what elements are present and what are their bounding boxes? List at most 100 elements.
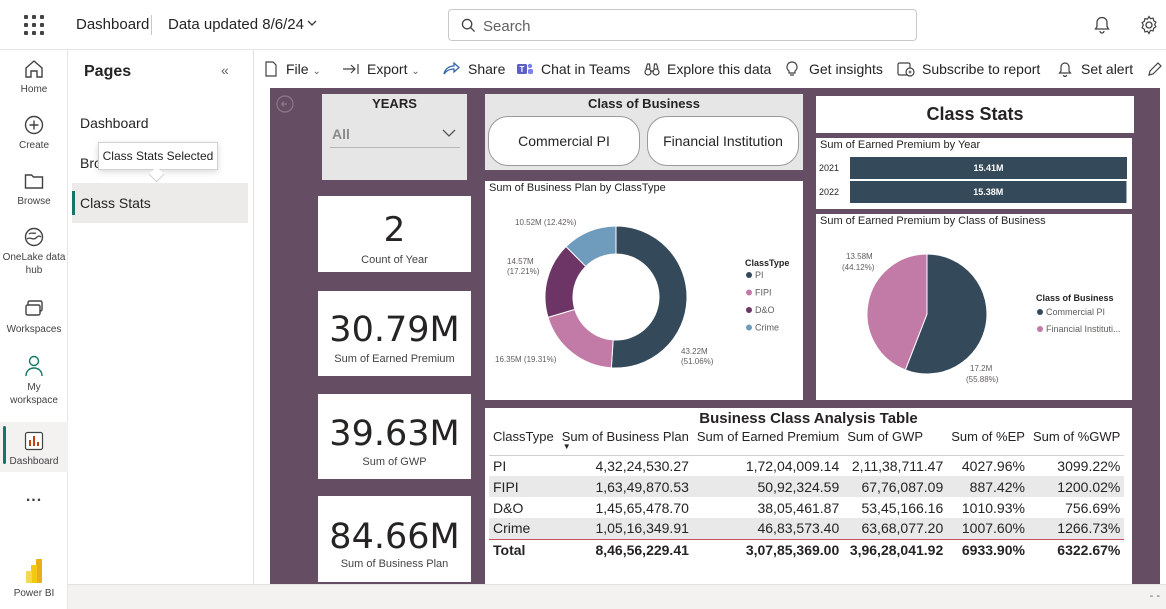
nav-create[interactable]: Create — [0, 114, 68, 152]
table-column-header[interactable]: Sum of %EP — [947, 429, 1029, 456]
table-row[interactable]: D&O 1,45,65,478.70 38,05,461.87 53,45,166.1… — [489, 497, 1124, 518]
export-menu-button[interactable]: Export ⌄ — [342, 61, 420, 77]
status-indicator: - - — [1149, 590, 1160, 602]
table-header-row: ClassType Sum of Business Plan ▼ Sum of Ear… — [489, 429, 1125, 456]
report-action-bar: File ⌄ Export ⌄ Share T Chat in Teams Ex… — [254, 50, 1166, 88]
donut-slice-fipi[interactable] — [547, 308, 614, 369]
years-dropdown[interactable]: All — [330, 122, 460, 148]
alert-bell-icon — [1058, 62, 1072, 77]
nav-my-workspace[interactable]: My workspace — [0, 354, 68, 407]
nav-home[interactable]: Home — [0, 58, 68, 96]
chat-label: Chat in Teams — [541, 61, 631, 77]
nav-more-icon[interactable]: ... — [0, 489, 68, 505]
search-box[interactable] — [448, 9, 917, 41]
pie-chart-tile: Sum of Earned Premium by Class of Busine… — [816, 214, 1132, 400]
app-launcher-icon[interactable] — [24, 15, 44, 35]
card-label: Sum of Business Plan — [340, 558, 449, 570]
legend-marker — [746, 324, 752, 331]
bar-data-label: 15.38M — [973, 187, 1003, 197]
table-row[interactable]: Crime 1,05,16,349.91 46,83,573.40 63,68,077… — [489, 518, 1125, 539]
nav-create-label: Create — [18, 140, 49, 151]
bar-chart: 2021 15.41M 2022 15.38M — [819, 157, 1127, 203]
nav-workspaces-label: Workspaces — [6, 324, 62, 335]
table-row[interactable]: FIPI 1,63,49,870.53 50,92,324.59 67,76,087.… — [489, 476, 1125, 497]
card-gwp: 39.63M Sum of GWP — [318, 394, 471, 479]
donut-slice-pi[interactable] — [610, 225, 688, 369]
card-label: Count of Year — [361, 254, 428, 266]
donut-legend-item[interactable]: FIPI — [755, 288, 772, 298]
nav-dashboard[interactable]: Dashboard — [0, 422, 68, 472]
workspace-title[interactable]: Dashboard — [76, 16, 149, 33]
nav-powerbi[interactable]: Power BI — [0, 558, 68, 600]
person-icon — [25, 355, 43, 377]
chat-in-teams-button[interactable]: T Chat in Teams — [516, 61, 630, 77]
table-column-header[interactable]: Sum of %GWP — [1028, 429, 1125, 456]
card-value: 84.66M — [329, 517, 460, 557]
set-alert-button[interactable]: Set alert — [1058, 61, 1133, 77]
data-updated-label[interactable]: Data updated 8/6/24 — [168, 16, 304, 33]
get-insights-button[interactable]: Get insights — [785, 61, 883, 77]
table-total-cell: 6322.67% — [1028, 538, 1125, 561]
table-cell: 1200.02% — [1028, 476, 1125, 497]
nav-browse[interactable]: Browse — [0, 170, 68, 208]
legend-marker — [1037, 309, 1043, 315]
legend-marker — [746, 289, 752, 296]
table-column-header[interactable]: Sum of Earned Premium — [692, 429, 844, 456]
chevron-down-icon[interactable] — [306, 17, 318, 29]
table-total-cell: 6933.90% — [947, 538, 1029, 561]
table-cell: 38,05,461.87 — [757, 499, 840, 516]
workspaces-icon — [25, 300, 43, 316]
table-column-header[interactable]: Sum of GWP — [843, 429, 948, 456]
file-icon — [265, 61, 277, 77]
donut-legend-title: ClassType — [745, 258, 789, 268]
table-total-cell: 3,96,28,041.92 — [843, 538, 948, 561]
table-row[interactable]: PI 4,32,24,530.27 1,72,04,009.14 2,11,38,71… — [489, 455, 1124, 476]
table-cell: 4027.96% — [961, 457, 1025, 474]
share-button[interactable]: Share — [442, 61, 505, 77]
pie-legend-item[interactable]: Financial Instituti... — [1046, 324, 1121, 334]
page-item-dashboard[interactable]: Dashboard — [72, 103, 248, 143]
table-cell: 3099.22% — [1057, 457, 1121, 474]
donut-legend-item[interactable]: D&O — [755, 305, 775, 315]
table-cell: 2,11,38,711.47 — [851, 457, 944, 474]
nav-onelake[interactable]: OneLake data hub — [0, 226, 68, 277]
notifications-bell-icon[interactable] — [1092, 15, 1112, 35]
card-label: Sum of Earned Premium — [334, 353, 455, 365]
search-input[interactable] — [483, 16, 903, 36]
page-item-class-stats[interactable]: Class Stats — [72, 183, 248, 223]
table-column-header[interactable]: Sum of Business Plan ▼ — [557, 429, 693, 456]
bar-data-label: 15.41M — [973, 163, 1003, 173]
bar-axis-label: 2021 — [819, 163, 839, 173]
nav-powerbi-label: Power BI — [13, 588, 55, 599]
commercial-pi-button[interactable]: Commercial PI — [488, 116, 640, 166]
financial-institution-button[interactable]: Financial Institution — [647, 116, 799, 166]
collapse-pane-icon[interactable]: « — [221, 62, 229, 78]
edit-pencil-icon[interactable] — [1147, 61, 1163, 77]
explore-data-button[interactable]: Explore this data — [643, 61, 771, 77]
back-button-icon[interactable] — [276, 95, 294, 113]
donut-data-label: (17.21%) — [507, 267, 540, 276]
subscribe-label: Subscribe to report — [922, 61, 1041, 77]
donut-legend-item[interactable]: Crime — [755, 323, 779, 333]
table-cell: 756.69% — [1065, 499, 1121, 516]
subscribe-button[interactable]: Subscribe to report — [897, 61, 1040, 77]
nav-workspaces[interactable]: Workspaces — [0, 298, 68, 336]
donut-legend-item[interactable]: PI — [755, 270, 764, 280]
card-label: Sum of GWP — [362, 456, 427, 468]
table-cell: 50,92,324.59 — [692, 476, 844, 497]
share-label: Share — [468, 61, 506, 77]
pie-legend-item[interactable]: Commercial PI — [1046, 307, 1105, 317]
pie-legend-title: Class of Business — [1036, 293, 1114, 303]
file-menu-button[interactable]: File ⌄ — [264, 61, 321, 77]
nav-browse-label: Browse — [17, 196, 51, 207]
pie-chart: 17.2M (55.88%) 13.58M (44.12%) Class of Busi… — [842, 252, 1121, 384]
table-title: Business Class Analysis Table — [699, 410, 918, 427]
table-column-header[interactable]: ClassType — [489, 429, 558, 456]
onelake-icon — [24, 227, 44, 247]
card-count-of-year: 2 Count of Year — [318, 196, 471, 272]
subscribe-icon — [897, 62, 915, 77]
binoculars-icon — [644, 63, 660, 76]
lightbulb-icon — [786, 61, 798, 76]
settings-gear-icon[interactable] — [1139, 15, 1159, 35]
card-value: 2 — [383, 210, 406, 250]
